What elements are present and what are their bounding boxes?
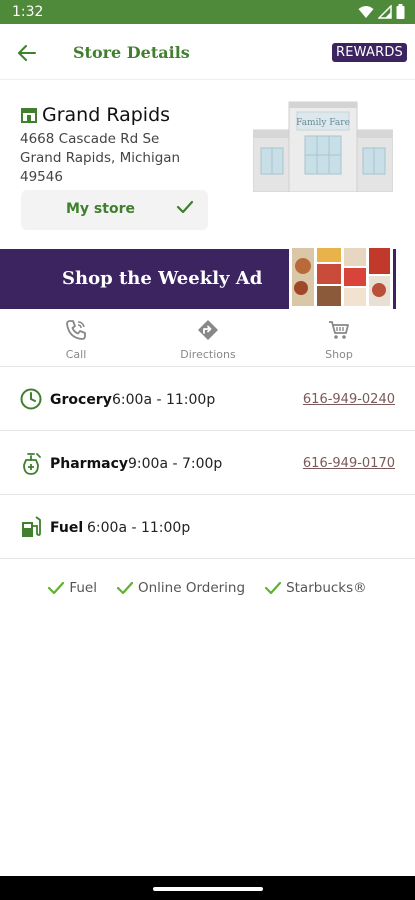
- back-arrow-icon: [18, 45, 36, 61]
- amenity-label: Fuel: [69, 580, 97, 596]
- status-time: 1:32: [12, 4, 44, 20]
- department-row-grocery: Grocery 6:00a - 11:00p 616-949-0240: [0, 368, 415, 431]
- rewards-button[interactable]: REWARDS: [332, 43, 407, 62]
- amenity-online-ordering: Online Ordering: [116, 580, 246, 596]
- store-name: Grand Rapids: [42, 104, 171, 126]
- status-bar: 1:32: [0, 0, 415, 24]
- ad-edge: [396, 249, 415, 309]
- check-icon: [265, 581, 282, 595]
- check-icon: [176, 200, 194, 214]
- department-hours: 6:00a - 11:00p: [87, 520, 191, 536]
- address-line-2: Grand Rapids, Michigan: [20, 150, 181, 166]
- department-phone-link[interactable]: 616-949-0240: [303, 392, 395, 407]
- back-button[interactable]: [12, 38, 42, 68]
- store-actions: Call Directions Shop: [0, 309, 415, 367]
- store-sign-text: Family Fare: [296, 118, 350, 128]
- weekly-ad-label: Shop the Weekly Ad: [62, 268, 263, 289]
- store-info: Grand Rapids 4668 Cascade Rd Se Grand Ra…: [20, 104, 250, 187]
- wifi-icon: [358, 5, 374, 18]
- address-line-1: 4668 Cascade Rd Se: [20, 131, 160, 147]
- clock-icon: [20, 388, 42, 410]
- status-icons: [358, 4, 405, 19]
- weekly-ad-thumbnail: [289, 244, 393, 310]
- page-title: Store Details: [73, 43, 190, 62]
- store-icon: [21, 108, 37, 123]
- directions-icon: [198, 320, 218, 340]
- department-name: Pharmacy: [50, 456, 129, 472]
- phone-icon: [66, 320, 86, 340]
- system-nav-bar: [0, 876, 415, 900]
- amenity-fuel: Fuel: [48, 580, 97, 596]
- department-name: Fuel: [50, 520, 84, 536]
- shop-action[interactable]: Shop: [294, 319, 384, 361]
- weekly-ad-banner[interactable]: Shop the Weekly Ad: [0, 244, 415, 310]
- store-name-row: Grand Rapids: [20, 104, 250, 126]
- amenity-label: Starbucks®: [286, 580, 367, 596]
- department-phone-link[interactable]: 616-949-0170: [303, 456, 395, 471]
- my-store-label: My store: [66, 201, 135, 217]
- amenity-label: Online Ordering: [137, 580, 246, 596]
- amenities-list: Fuel Online Ordering Starbucks®: [0, 580, 415, 596]
- home-gesture-handle[interactable]: [153, 887, 263, 891]
- department-row-fuel: Fuel 6:00a - 11:00p: [0, 496, 415, 559]
- my-store-button[interactable]: My store: [21, 190, 208, 230]
- store-address: 4668 Cascade Rd Se Grand Rapids, Michiga…: [20, 130, 250, 187]
- cart-icon: [329, 321, 349, 339]
- battery-icon: [396, 4, 405, 19]
- check-icon: [48, 581, 65, 595]
- shop-label: Shop: [325, 348, 353, 361]
- department-hours: 6:00a - 11:00p: [112, 392, 216, 408]
- department-hours: 9:00a - 7:00p: [128, 456, 223, 472]
- department-row-pharmacy: Pharmacy 9:00a - 7:00p 616-949-0170: [0, 432, 415, 495]
- check-icon: [116, 581, 133, 595]
- address-zip: 49546: [20, 169, 63, 185]
- amenity-starbucks: Starbucks®: [265, 580, 367, 596]
- directions-action[interactable]: Directions: [163, 319, 253, 361]
- department-name: Grocery: [50, 392, 112, 408]
- fuel-icon: [22, 516, 41, 537]
- call-action[interactable]: Call: [31, 319, 121, 361]
- call-label: Call: [65, 348, 87, 361]
- directions-label: Directions: [180, 348, 236, 361]
- store-illustration: Family Fare: [253, 101, 393, 192]
- app-header: Store Details REWARDS: [0, 24, 415, 80]
- pharmacy-icon: [23, 453, 41, 475]
- signal-icon: [378, 4, 392, 19]
